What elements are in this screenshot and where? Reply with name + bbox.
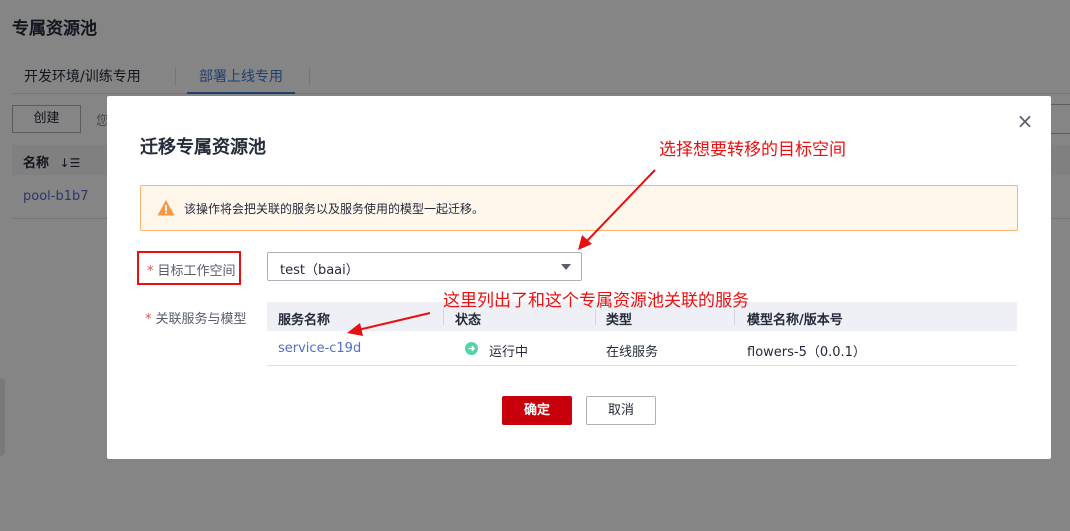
service-link[interactable]: service-c19d (278, 341, 361, 356)
workspace-label: * 目标工作空间 (137, 251, 241, 285)
services-label-text: 关联服务与模型 (155, 312, 247, 327)
col-model-version: 模型名称/版本号 (747, 313, 843, 328)
status-text: 运行中 (489, 345, 529, 360)
col-status: 状态 (455, 313, 482, 328)
chevron-down-icon (561, 264, 571, 270)
running-status-icon (465, 342, 478, 355)
column-divider (443, 309, 444, 325)
workspace-label-text: 目标工作空间 (157, 264, 236, 279)
migrate-pool-dialog: 迁移专属资源池 × 该操作将会把关联的服务以及服务使用的模型一起迁移。 * 目标工… (107, 96, 1051, 459)
annotation-select-target: 选择想要转移的目标空间 (659, 140, 846, 160)
close-icon[interactable]: × (1014, 110, 1036, 132)
column-divider (595, 309, 596, 325)
workspace-select[interactable]: test（baai） (267, 252, 582, 281)
col-service-name: 服务名称 (278, 313, 331, 328)
table-row: service-c19d 运行中 在线服务 flowers-5（0.0.1） (267, 331, 1017, 366)
type-text: 在线服务 (606, 345, 659, 360)
services-table: 服务名称 状态 类型 模型名称/版本号 service-c19d 运行中 在线服… (267, 302, 1017, 366)
warning-alert: 该操作将会把关联的服务以及服务使用的模型一起迁移。 (140, 185, 1018, 231)
cancel-button[interactable]: 取消 (586, 396, 656, 425)
dialog-title: 迁移专属资源池 (140, 137, 266, 158)
confirm-button[interactable]: 确定 (502, 396, 572, 425)
required-mark: * (145, 312, 152, 327)
annotation-related-services: 这里列出了和这个专属资源池关联的服务 (443, 291, 749, 311)
workspace-select-value: test（baai） (280, 263, 359, 278)
alert-text: 该操作将会把关联的服务以及服务使用的模型一起迁移。 (184, 202, 485, 216)
col-type: 类型 (606, 313, 633, 328)
warning-icon (157, 200, 175, 216)
model-text: flowers-5（0.0.1） (747, 345, 866, 360)
required-mark: * (147, 264, 154, 279)
column-divider (734, 309, 735, 325)
services-label: * 关联服务与模型 (145, 308, 247, 327)
